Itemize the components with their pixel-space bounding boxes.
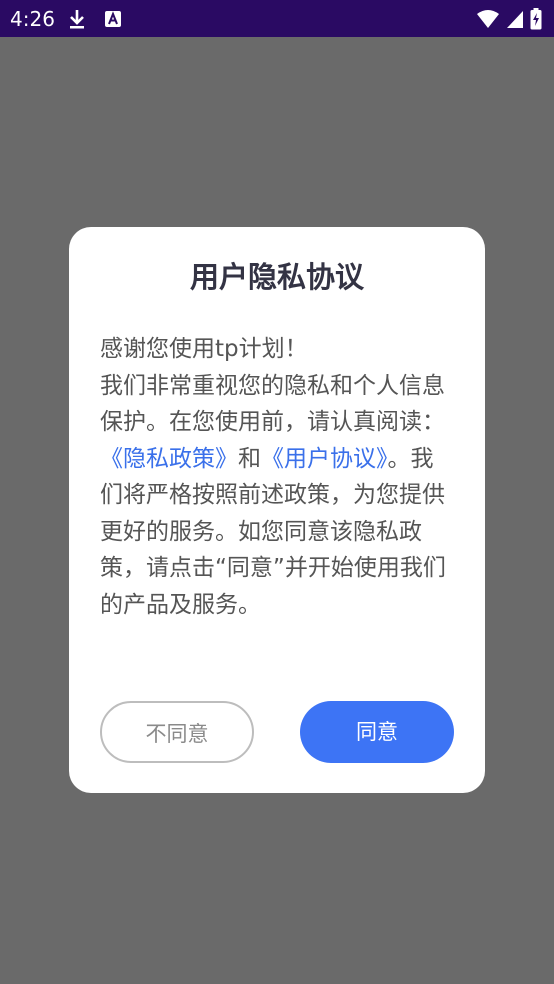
download-icon	[68, 9, 86, 29]
status-notification-icons	[68, 9, 122, 29]
dialog-title: 用户隐私协议	[189, 260, 364, 294]
wifi-icon	[476, 9, 500, 29]
and-text: 和	[238, 445, 261, 472]
signal-icon	[506, 9, 524, 29]
status-time: 4:26	[10, 7, 55, 31]
disagree-button[interactable]: 不同意	[100, 701, 254, 763]
a-notification-icon	[104, 10, 122, 28]
greeting-text: 感谢您使用tp计划！	[100, 336, 308, 362]
body-text-1: 我们非常重视您的隐私和个人信息保护。在您使用前，请认真阅读：	[100, 372, 445, 436]
agree-button[interactable]: 同意	[300, 701, 454, 763]
battery-icon	[530, 8, 542, 30]
privacy-policy-link[interactable]: 《隐私政策》	[100, 446, 238, 472]
status-bar: 4:26	[0, 0, 554, 37]
privacy-dialog: 用户隐私协议 感谢您使用tp计划！ 我们非常重视您的隐私和个人信息保护。在您使用前…	[69, 227, 485, 793]
user-agreement-link[interactable]: 《用户协议》	[261, 446, 388, 472]
dialog-body: 感谢您使用tp计划！ 我们非常重视您的隐私和个人信息保护。在您使用前，请认真阅读：…	[100, 331, 452, 623]
status-system-icons	[476, 8, 542, 30]
